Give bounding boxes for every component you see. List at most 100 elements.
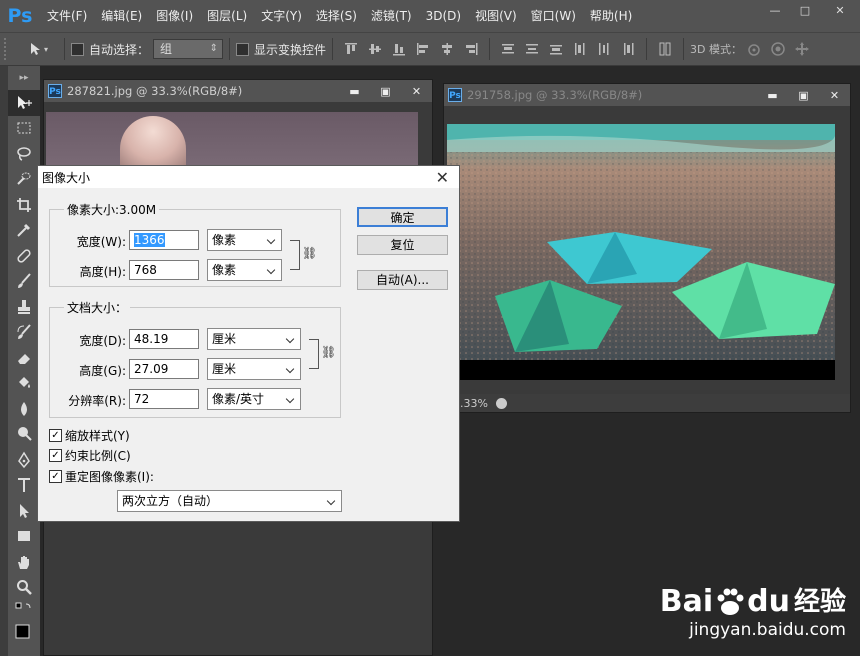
align-vcenter-icon[interactable]	[366, 40, 384, 58]
auto-button[interactable]: 自动(A)...	[357, 270, 448, 290]
menu-window[interactable]: 窗口(W)	[524, 0, 583, 32]
distribute-right-icon[interactable]	[619, 40, 637, 58]
width-label: 宽度(W):	[76, 235, 126, 249]
menu-layer[interactable]: 图层(L)	[200, 0, 254, 32]
doc2-minimize-button[interactable]: ▬	[757, 85, 788, 105]
close-button[interactable]: ✕	[820, 0, 860, 20]
document-1-canvas[interactable]	[46, 112, 418, 168]
doc-height-input[interactable]: 27.09	[129, 359, 199, 379]
dialog-close-icon[interactable]: ✕	[436, 168, 449, 187]
paw-icon	[714, 586, 746, 618]
grip-handle[interactable]	[4, 38, 18, 60]
reset-button[interactable]: 复位	[357, 235, 448, 255]
document-title-2: 291758.jpg @ 33.3%(RGB/8#)	[467, 88, 643, 102]
restore-button[interactable]: □	[790, 0, 820, 20]
distribute-left-icon[interactable]	[571, 40, 589, 58]
foreground-color-swatch[interactable]	[8, 620, 40, 642]
width-input[interactable]: 1366	[129, 230, 199, 250]
ps-doc-icon: Ps	[48, 84, 62, 98]
minimize-button[interactable]: —	[760, 0, 790, 20]
history-brush-tool-icon[interactable]	[8, 320, 40, 346]
paint-bucket-tool-icon[interactable]	[8, 371, 40, 397]
height-input[interactable]: 768	[129, 260, 199, 280]
menu-filter[interactable]: 滤镜(T)	[364, 0, 419, 32]
separator	[489, 38, 491, 60]
resolution-unit-select[interactable]: 像素/英寸	[207, 388, 301, 410]
auto-align-icon[interactable]	[656, 40, 674, 58]
menu-view[interactable]: 视图(V)	[468, 0, 524, 32]
align-hcenter-icon[interactable]	[438, 40, 456, 58]
status-bar: 33.33%	[444, 394, 850, 412]
distribute-bottom-icon[interactable]	[547, 40, 565, 58]
auto-select-checkbox[interactable]	[71, 42, 84, 56]
pen-tool-icon[interactable]	[8, 447, 40, 473]
width-unit-select[interactable]: 像素	[207, 229, 282, 251]
healing-brush-tool-icon[interactable]	[8, 243, 40, 269]
crop-tool-icon[interactable]	[8, 192, 40, 218]
doc-height-label: 高度(G):	[79, 364, 126, 378]
show-transform-option[interactable]: 显示变换控件	[236, 41, 326, 58]
align-left-icon[interactable]	[414, 40, 432, 58]
doc1-minimize-button[interactable]: ▬	[339, 81, 370, 101]
panel-collapse-icon[interactable]: ▸▸	[8, 66, 40, 90]
quick-select-tool-icon[interactable]	[8, 167, 40, 193]
constrain-label: 约束比例(C)	[65, 449, 131, 463]
ok-button[interactable]: 确定	[357, 207, 448, 227]
menu-edit[interactable]: 编辑(E)	[94, 0, 149, 32]
swap-colors-icon[interactable]	[8, 600, 40, 620]
document-tab-1[interactable]: Ps 287821.jpg @ 33.3%(RGB/8#) ▬ ▣ ✕	[44, 80, 432, 102]
auto-select-option[interactable]: 自动选择：	[71, 41, 149, 58]
resolution-input[interactable]: 72	[129, 389, 199, 409]
type-tool-icon[interactable]	[8, 473, 40, 499]
doc2-close-button[interactable]: ✕	[819, 85, 850, 105]
3d-pan-icon[interactable]	[793, 40, 811, 58]
align-top-icon[interactable]	[342, 40, 360, 58]
separator	[646, 38, 648, 60]
show-transform-checkbox[interactable]	[236, 42, 250, 56]
constrain-proportions-checkbox[interactable]: ✓ 约束比例(C)	[49, 447, 131, 464]
align-bottom-icon[interactable]	[390, 40, 408, 58]
height-unit-select[interactable]: 像素	[207, 259, 282, 281]
doc-height-unit-select[interactable]: 厘米	[207, 358, 301, 380]
align-right-icon[interactable]	[462, 40, 480, 58]
eyedropper-tool-icon[interactable]	[8, 218, 40, 244]
eraser-tool-icon[interactable]	[8, 345, 40, 371]
path-selection-tool-icon[interactable]	[8, 498, 40, 524]
doc1-maximize-button[interactable]: ▣	[370, 81, 401, 101]
move-tool-preset-icon[interactable]: ▾	[21, 40, 55, 58]
doc-width-input[interactable]: 48.19	[129, 329, 199, 349]
brush-tool-icon[interactable]	[8, 269, 40, 295]
zoom-tool-icon[interactable]	[8, 575, 40, 601]
3d-rotate-icon[interactable]	[745, 40, 763, 58]
menu-3d[interactable]: 3D(D)	[419, 0, 468, 32]
auto-select-dropdown[interactable]: 组	[153, 39, 224, 59]
rectangle-tool-icon[interactable]	[8, 524, 40, 550]
scale-styles-checkbox[interactable]: ✓ 缩放样式(Y)	[49, 427, 130, 444]
move-tool-icon[interactable]	[8, 90, 40, 116]
doc1-close-button[interactable]: ✕	[401, 81, 432, 101]
resample-checkbox[interactable]: ✓ 重定图像像素(I):	[49, 468, 154, 485]
clone-stamp-tool-icon[interactable]	[8, 294, 40, 320]
distribute-top-icon[interactable]	[499, 40, 517, 58]
document-2-canvas[interactable]	[447, 124, 835, 380]
status-info-icon[interactable]	[495, 397, 507, 409]
chain-link-icon: ⛓	[321, 345, 337, 359]
hand-tool-icon[interactable]	[8, 549, 40, 575]
menu-type[interactable]: 文字(Y)	[254, 0, 309, 32]
menu-help[interactable]: 帮助(H)	[583, 0, 639, 32]
doc-width-unit-select[interactable]: 厘米	[207, 328, 301, 350]
dodge-tool-icon[interactable]	[8, 422, 40, 448]
doc2-maximize-button[interactable]: ▣	[788, 85, 819, 105]
document-tab-2[interactable]: Ps 291758.jpg @ 33.3%(RGB/8#) ▬ ▣ ✕	[444, 84, 850, 106]
blur-tool-icon[interactable]	[8, 396, 40, 422]
resample-method-select[interactable]: 两次立方（自动）	[117, 490, 342, 512]
3d-roll-icon[interactable]	[769, 40, 787, 58]
separator	[332, 38, 334, 60]
distribute-hcenter-icon[interactable]	[595, 40, 613, 58]
distribute-vcenter-icon[interactable]	[523, 40, 541, 58]
menu-select[interactable]: 选择(S)	[309, 0, 364, 32]
menu-file[interactable]: 文件(F)	[40, 0, 94, 32]
lasso-tool-icon[interactable]	[8, 141, 40, 167]
menu-image[interactable]: 图像(I)	[149, 0, 200, 32]
marquee-tool-icon[interactable]	[8, 116, 40, 142]
